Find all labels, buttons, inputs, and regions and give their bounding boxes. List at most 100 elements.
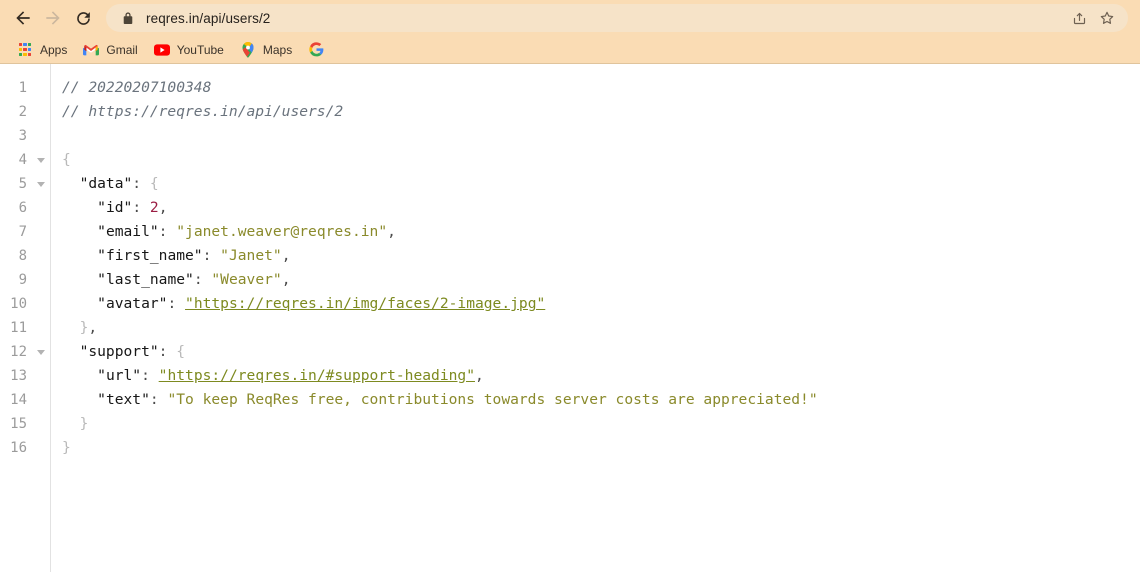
gutter-line: 2 xyxy=(0,100,50,124)
fold-placeholder xyxy=(35,316,47,340)
code-token: : xyxy=(193,271,212,288)
google-g-icon xyxy=(308,42,324,58)
code-token: , xyxy=(88,319,98,336)
bookmarks-bar: Apps Gmail YouTube Maps xyxy=(0,36,1140,63)
line-number: 2 xyxy=(18,104,27,120)
code-link[interactable]: "https://reqres.in/#support-heading" xyxy=(159,367,475,384)
code-line: "email": "janet.weaver@reqres.in", xyxy=(62,220,1140,244)
bookmark-label: Gmail xyxy=(106,42,138,57)
share-icon[interactable] xyxy=(1068,7,1090,29)
line-number: 11 xyxy=(10,320,27,336)
line-number: 10 xyxy=(10,296,27,312)
json-key: "email" xyxy=(97,223,159,240)
bookmark-apps[interactable]: Apps xyxy=(10,39,74,61)
gutter-line: 4 xyxy=(0,148,50,172)
browser-chrome: reqres.in/api/users/2 Apps Gmail YouTube… xyxy=(0,0,1140,64)
fold-placeholder xyxy=(35,436,47,460)
code-comment: // 20220207100348 xyxy=(62,79,212,96)
code-token: : xyxy=(132,199,150,216)
gutter-line: 10 xyxy=(0,292,50,316)
gutter-line: 8 xyxy=(0,244,50,268)
bookmark-label: Apps xyxy=(40,42,68,57)
bookmark-youtube[interactable]: YouTube xyxy=(147,39,231,61)
apps-grid-icon xyxy=(17,42,33,58)
line-number-gutter: 1 2 3 4 5 6 7 8 9 10 11 12 13 14 15 16 xyxy=(0,64,51,572)
gutter-line: 16 xyxy=(0,436,50,460)
fold-placeholder xyxy=(35,220,47,244)
line-number: 4 xyxy=(18,152,27,168)
address-bar[interactable]: reqres.in/api/users/2 xyxy=(106,4,1128,32)
bookmark-google[interactable] xyxy=(301,39,338,61)
gutter-line: 14 xyxy=(0,388,50,412)
fold-placeholder xyxy=(35,268,47,292)
youtube-icon xyxy=(153,42,170,58)
code-line: // https://reqres.in/api/users/2 xyxy=(62,100,1140,124)
code-line: "text": "To keep ReqRes free, contributi… xyxy=(62,388,1140,412)
address-bar-url[interactable]: reqres.in/api/users/2 xyxy=(146,11,1068,26)
code-token: , xyxy=(474,367,484,384)
code-link[interactable]: "https://reqres.in/img/faces/2-image.jpg… xyxy=(185,295,545,312)
reload-icon xyxy=(76,11,90,25)
code-token: : xyxy=(149,391,168,408)
gutter-line: 13 xyxy=(0,364,50,388)
json-key: "first_name" xyxy=(97,247,203,264)
address-bar-actions xyxy=(1068,7,1122,29)
json-string: "Weaver" xyxy=(211,271,282,288)
json-key: "data" xyxy=(79,175,133,192)
fold-placeholder xyxy=(35,412,47,436)
fold-toggle-icon[interactable] xyxy=(35,340,47,364)
code-line: } xyxy=(62,412,1140,436)
code-comment: // https://reqres.in/api/users/2 xyxy=(62,103,344,120)
json-key: "id" xyxy=(97,199,133,216)
code-line: }, xyxy=(62,316,1140,340)
back-arrow-icon xyxy=(16,11,30,25)
bookmark-gmail[interactable]: Gmail xyxy=(76,39,144,61)
line-number: 6 xyxy=(18,200,27,216)
reload-button[interactable] xyxy=(68,3,98,33)
bookmark-maps[interactable]: Maps xyxy=(233,39,299,61)
json-key: "url" xyxy=(97,367,142,384)
code-token: : xyxy=(167,295,186,312)
fold-toggle-icon[interactable] xyxy=(35,148,47,172)
gutter-line: 11 xyxy=(0,316,50,340)
code-line: { xyxy=(62,148,1140,172)
fold-toggle-icon[interactable] xyxy=(35,172,47,196)
code-token: : xyxy=(202,247,221,264)
line-number: 12 xyxy=(10,344,27,360)
json-string: "To keep ReqRes free, contributions towa… xyxy=(167,391,818,408)
code-token: { xyxy=(62,151,71,168)
code-token: { xyxy=(149,175,159,192)
line-number: 9 xyxy=(18,272,27,288)
star-icon[interactable] xyxy=(1096,7,1118,29)
line-number: 13 xyxy=(10,368,27,384)
gutter-line: 9 xyxy=(0,268,50,292)
code-token: { xyxy=(176,343,186,360)
forward-button[interactable] xyxy=(38,3,68,33)
gutter-line: 12 xyxy=(0,340,50,364)
fold-placeholder xyxy=(35,196,47,220)
line-number: 15 xyxy=(10,416,27,432)
code-line: "support": { xyxy=(62,340,1140,364)
fold-placeholder xyxy=(35,292,47,316)
gutter-line: 15 xyxy=(0,412,50,436)
back-button[interactable] xyxy=(8,3,38,33)
gmail-icon xyxy=(83,42,100,58)
fold-placeholder xyxy=(35,388,47,412)
code-token: , xyxy=(281,271,291,288)
browser-toolbar: reqres.in/api/users/2 xyxy=(0,0,1140,36)
gutter-line: 7 xyxy=(0,220,50,244)
code-line: } xyxy=(62,436,1140,460)
line-number: 7 xyxy=(18,224,27,240)
fold-placeholder xyxy=(35,244,47,268)
code-content-area[interactable]: // 20220207100348 // https://reqres.in/ap… xyxy=(51,64,1140,572)
code-token: : xyxy=(158,223,177,240)
json-key: "text" xyxy=(97,391,150,408)
